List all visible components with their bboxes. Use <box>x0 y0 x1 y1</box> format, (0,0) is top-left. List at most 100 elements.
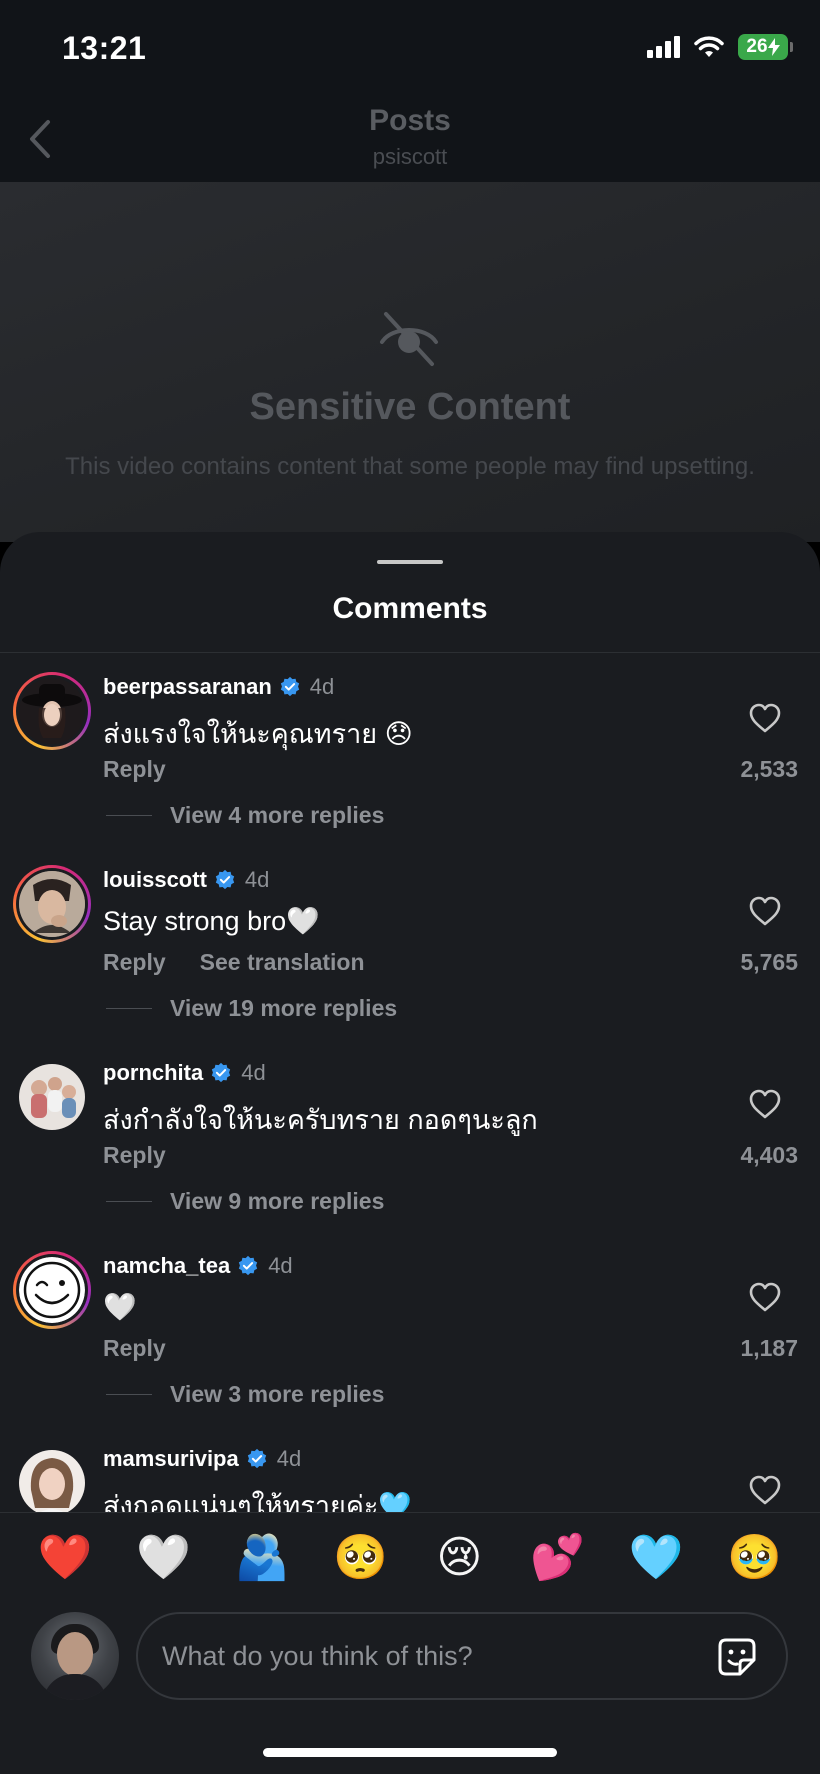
view-replies-button[interactable]: View 3 more replies <box>106 1381 384 1408</box>
like-count: 2,533 <box>740 756 798 782</box>
emoji-red-heart[interactable]: ❤️ <box>35 1535 95 1580</box>
avatar <box>19 678 85 744</box>
verified-badge-icon <box>247 1448 266 1469</box>
comment-item: pornchita 4d ส่งกำลังใจให้นะครับทราย กอด… <box>0 1038 820 1231</box>
wifi-icon <box>694 36 724 57</box>
comment-age: 4d <box>244 867 270 892</box>
emoji-quick-bar: ❤️ 🤍 🫂 🥺 😢 💕 🩵 🥹 <box>0 1512 820 1602</box>
comment-header: namcha_tea 4d <box>103 1253 293 1279</box>
comment-text: 🤍 <box>103 1292 137 1322</box>
page-subtitle: psiscott <box>372 144 448 169</box>
status-time: 13:21 <box>62 30 147 66</box>
sheet-drag-handle[interactable] <box>377 560 443 564</box>
eye-off-icon <box>380 312 438 366</box>
comments-list: beerpassaranan 4d ส่งแรงใจให้นะคุณทราย 😞… <box>0 652 820 1521</box>
comment-header: louisscott 4d <box>103 867 269 893</box>
comment-username[interactable]: pornchita <box>103 1060 203 1086</box>
comment-username[interactable]: namcha_tea <box>103 1253 230 1279</box>
see-translation-button[interactable]: See translation <box>200 949 365 976</box>
comment-actions: Reply <box>103 756 166 783</box>
home-indicator[interactable] <box>263 1748 557 1757</box>
comment-header: mamsurivipa 4d <box>103 1446 301 1472</box>
comment-header: pornchita 4d <box>103 1060 266 1086</box>
verified-badge-icon <box>280 676 299 697</box>
like-count: 4,403 <box>740 1142 798 1168</box>
emoji-light-blue-heart[interactable]: 🩵 <box>626 1535 686 1580</box>
battery-level: 26 <box>746 36 768 57</box>
like-count: 1,187 <box>740 1335 798 1361</box>
comment-composer <box>0 1602 820 1774</box>
page-title: Posts <box>369 104 451 137</box>
comment-actions: Reply <box>103 1142 166 1169</box>
view-replies-label: View 9 more replies <box>170 1188 385 1214</box>
status-bar: 13:21 26 <box>0 0 820 100</box>
avatar <box>19 871 85 937</box>
heart-icon[interactable] <box>748 1474 782 1506</box>
comment-item: namcha_tea 4d 🤍 Reply 1,187 View 3 more … <box>0 1231 820 1424</box>
avatar-body <box>43 1674 107 1700</box>
sticker-icon[interactable] <box>714 1634 760 1680</box>
comment-text: Stay strong bro🤍 <box>103 906 320 936</box>
view-replies-label: View 4 more replies <box>170 802 385 828</box>
comment-age: 4d <box>241 1060 266 1085</box>
heart-icon[interactable] <box>748 1281 782 1313</box>
comment-text: ส่งแรงใจให้นะคุณทราย 😞 <box>103 719 413 749</box>
comment-item: louisscott 4d Stay strong bro🤍 Reply See… <box>0 845 820 1038</box>
avatar-story-ring[interactable] <box>13 672 91 750</box>
comments-title: Comments <box>332 592 488 625</box>
emoji-two-hearts[interactable]: 💕 <box>528 1535 588 1580</box>
avatar-container[interactable] <box>13 1444 91 1522</box>
comment-age: 4d <box>309 674 335 699</box>
heart-icon[interactable] <box>748 1088 782 1120</box>
divider <box>106 815 152 816</box>
avatar-container[interactable] <box>13 1058 91 1136</box>
divider <box>106 1394 152 1395</box>
verified-badge-icon <box>239 1255 258 1276</box>
sensitive-description: This video contains content that some pe… <box>65 453 755 480</box>
emoji-pleading[interactable]: 🥺 <box>331 1535 391 1580</box>
avatar <box>19 1064 85 1130</box>
sensitive-content-overlay[interactable]: Sensitive Content This video contains co… <box>0 182 820 542</box>
comment-age: 4d <box>268 1253 293 1278</box>
status-icons: 26 <box>647 34 793 60</box>
comment-header: beerpassaranan 4d <box>103 674 334 700</box>
heart-icon[interactable] <box>748 702 782 734</box>
emoji-crying[interactable]: 😢 <box>429 1535 489 1580</box>
battery-icon: 26 <box>738 34 793 60</box>
reply-button[interactable]: Reply <box>103 1142 166 1169</box>
avatar-story-ring[interactable] <box>13 1251 91 1329</box>
emoji-holding-tears[interactable]: 🥹 <box>725 1535 785 1580</box>
avatar-story-ring[interactable] <box>13 865 91 943</box>
comment-item: beerpassaranan 4d ส่งแรงใจให้นะคุณทราย 😞… <box>0 652 820 845</box>
comment-username[interactable]: beerpassaranan <box>103 674 272 700</box>
emoji-hug[interactable]: 🫂 <box>232 1535 292 1580</box>
emoji-white-heart[interactable]: 🤍 <box>134 1535 194 1580</box>
verified-badge-icon <box>212 1062 231 1083</box>
comment-input-container[interactable] <box>136 1612 788 1700</box>
comment-actions: Reply See translation <box>103 949 365 976</box>
cellular-signal-icon <box>647 36 680 58</box>
charging-bolt-icon <box>767 38 780 56</box>
view-replies-label: View 19 more replies <box>170 995 398 1021</box>
view-replies-button[interactable]: View 4 more replies <box>106 802 384 829</box>
comment-input[interactable] <box>162 1636 682 1676</box>
reply-button[interactable]: Reply <box>103 1335 166 1362</box>
sensitive-title: Sensitive Content <box>249 386 571 428</box>
view-replies-label: View 3 more replies <box>170 1381 385 1407</box>
comment-username[interactable]: mamsurivipa <box>103 1446 239 1472</box>
avatar <box>19 1450 85 1516</box>
reply-button[interactable]: Reply <box>103 756 166 783</box>
current-user-avatar <box>31 1612 119 1700</box>
comment-username[interactable]: louisscott <box>103 867 207 893</box>
avatar <box>19 1257 85 1323</box>
comment-text: ส่งกำลังใจให้นะครับทราย กอดๆนะลูก <box>103 1105 538 1135</box>
view-replies-button[interactable]: View 9 more replies <box>106 1188 384 1215</box>
divider <box>106 1201 152 1202</box>
comment-actions: Reply <box>103 1335 166 1362</box>
posts-header: Posts psiscott <box>0 100 820 182</box>
heart-icon[interactable] <box>748 895 782 927</box>
avatar-face <box>57 1632 93 1676</box>
view-replies-button[interactable]: View 19 more replies <box>106 995 397 1022</box>
like-count: 5,765 <box>740 949 798 975</box>
reply-button[interactable]: Reply <box>103 949 166 976</box>
